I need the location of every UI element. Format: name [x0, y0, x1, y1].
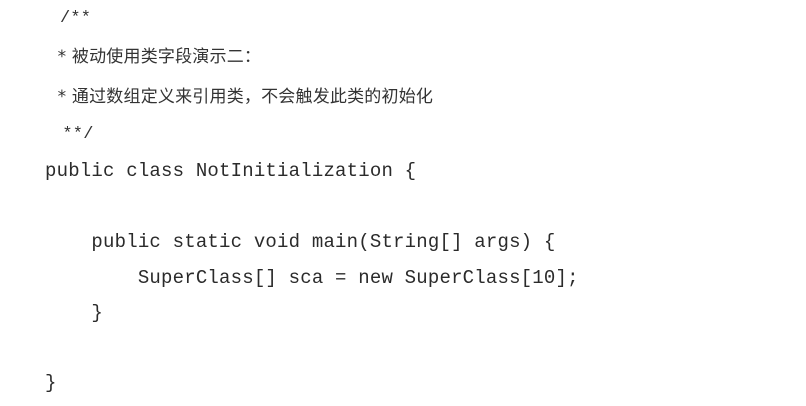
comment-line-2: * 通过数组定义来引用类，不会触发此类的初始化 — [52, 87, 434, 107]
main-method-declaration: public static void main(String[] args) { — [45, 231, 556, 253]
class-declaration: public class NotInitialization { — [45, 160, 417, 182]
code-block: /** * 被动使用类字段演示二： * 通过数组定义来引用类，不会触发此类的初始… — [0, 0, 806, 406]
comment-line-1: * 被动使用类字段演示二： — [52, 47, 262, 67]
comment-close: **/ — [52, 125, 94, 144]
class-close-brace: } — [45, 372, 57, 394]
method-close-brace: } — [45, 302, 104, 324]
comment-open: /** — [60, 9, 92, 28]
array-declaration-statement: SuperClass[] sca = new SuperClass[10]; — [45, 267, 579, 289]
